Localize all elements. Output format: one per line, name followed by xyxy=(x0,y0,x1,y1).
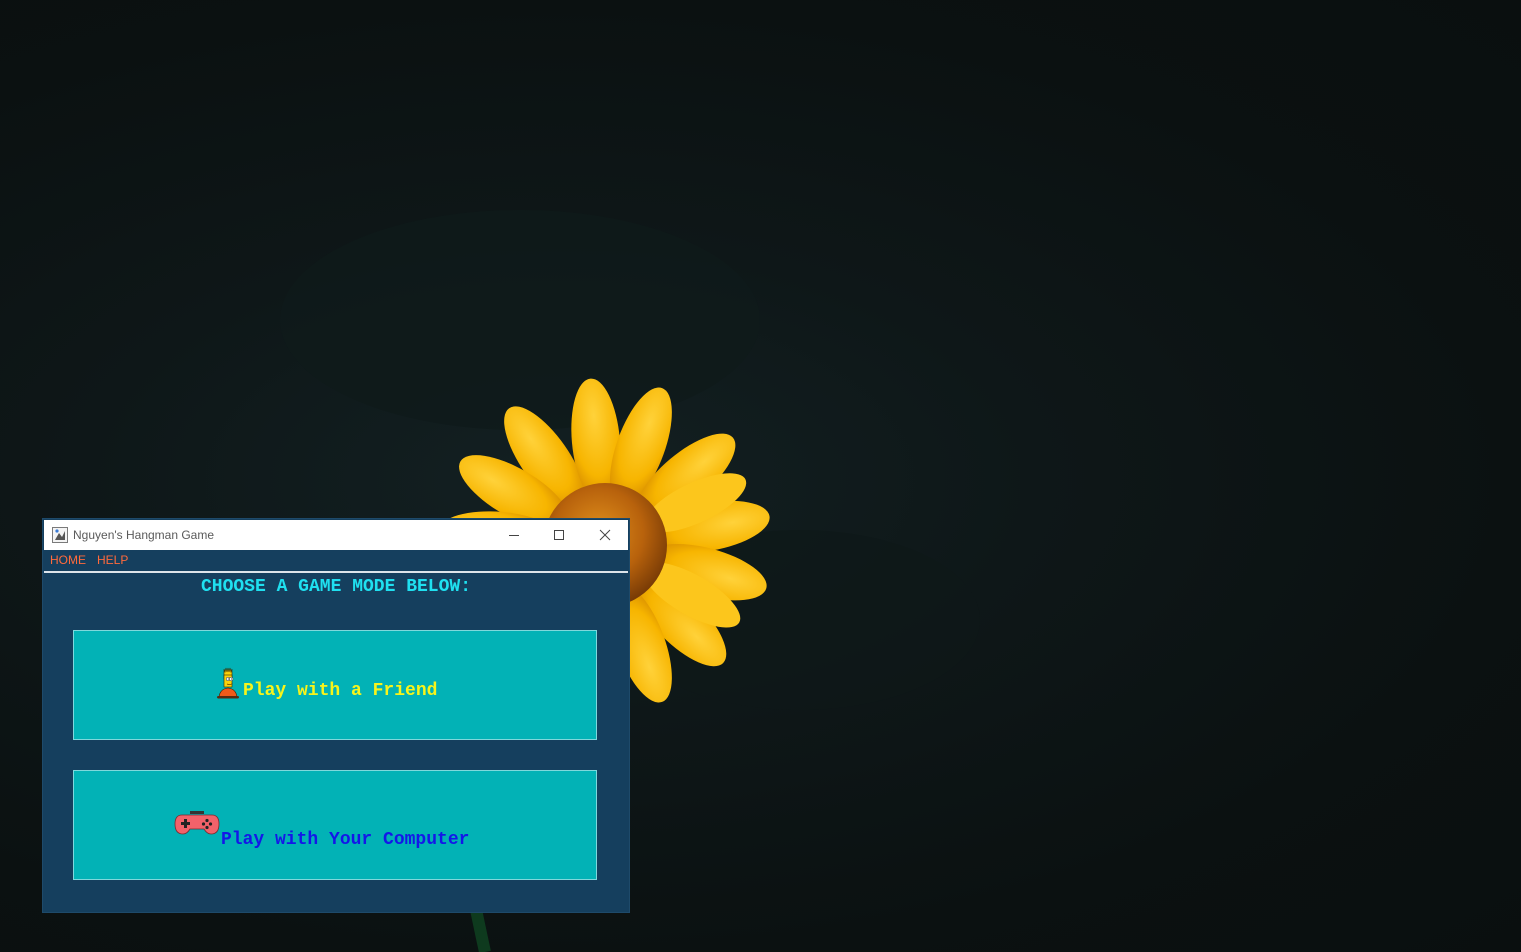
menu-bar: HOME HELP xyxy=(44,550,628,573)
maximize-button[interactable] xyxy=(536,520,582,550)
play-with-computer-button[interactable]: Play with Your Computer xyxy=(73,770,597,880)
menu-item-home[interactable]: HOME xyxy=(50,553,86,567)
bart-simpson-icon xyxy=(217,667,239,699)
minimize-icon xyxy=(509,535,519,536)
play-with-friend-label: Play with a Friend xyxy=(243,681,438,701)
close-button[interactable] xyxy=(582,520,628,550)
hangman-game-window: Nguyen's Hangman Game HOME HELP CHOOSE A… xyxy=(43,519,629,912)
minimize-button[interactable] xyxy=(491,520,537,550)
play-with-friend-button[interactable]: Play with a Friend xyxy=(73,630,597,740)
page-heading: CHOOSE A GAME MODE BELOW: xyxy=(200,577,472,597)
close-icon xyxy=(599,529,611,541)
menu-item-help[interactable]: HELP xyxy=(97,553,128,567)
window-title: Nguyen's Hangman Game xyxy=(73,528,215,542)
java-app-icon xyxy=(52,527,68,543)
gamepad-icon xyxy=(174,811,220,835)
maximize-icon xyxy=(554,530,564,540)
title-bar[interactable]: Nguyen's Hangman Game xyxy=(44,520,628,550)
play-with-computer-label: Play with Your Computer xyxy=(221,830,470,850)
